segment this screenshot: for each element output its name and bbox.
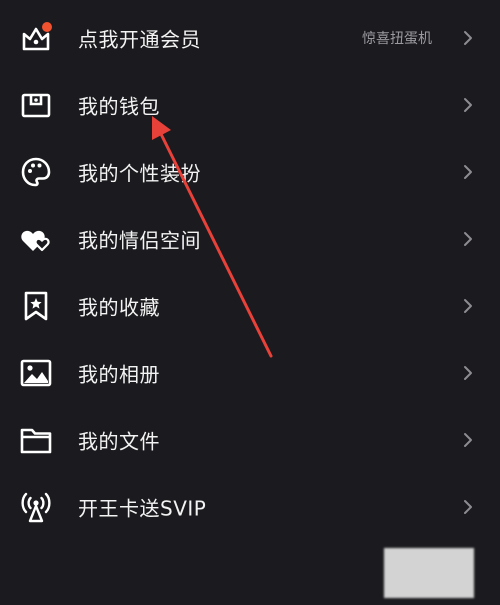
menu-item-label: 开王卡送SVIP	[78, 496, 207, 520]
watermark-patch	[384, 548, 474, 598]
menu-item-extra: 惊喜扭蛋机	[362, 30, 432, 47]
menu-item-label: 我的相册	[78, 362, 160, 386]
palette-icon	[18, 154, 54, 190]
bookmark-star-icon	[18, 288, 54, 324]
image-icon	[18, 355, 54, 391]
chevron-right-icon	[464, 30, 472, 45]
menu-item-couple-space[interactable]: 我的情侣空间	[0, 205, 500, 272]
menu-item-label: 我的文件	[78, 429, 160, 453]
menu-item-wallet[interactable]: 我的钱包	[0, 71, 500, 138]
chevron-right-icon	[464, 499, 472, 514]
chevron-right-icon	[464, 164, 472, 179]
menu-item-king-card[interactable]: 开王卡送SVIP	[0, 473, 500, 540]
menu-item-files[interactable]: 我的文件	[0, 406, 500, 473]
chevron-right-icon	[464, 432, 472, 447]
menu-item-label: 我的收藏	[78, 295, 160, 319]
crown-icon	[18, 20, 54, 56]
settings-menu: 点我开通会员 惊喜扭蛋机 我的钱包 我的个性装扮 我的情侣空间 我的收藏 我的相…	[0, 4, 500, 540]
notification-dot	[42, 21, 52, 32]
signal-tower-icon	[18, 489, 54, 525]
menu-item-personal-style[interactable]: 我的个性装扮	[0, 138, 500, 205]
chevron-right-icon	[464, 365, 472, 380]
menu-item-album[interactable]: 我的相册	[0, 339, 500, 406]
menu-item-vip[interactable]: 点我开通会员 惊喜扭蛋机	[0, 4, 500, 71]
folder-icon	[18, 422, 54, 458]
chevron-right-icon	[464, 97, 472, 112]
menu-item-label: 我的情侣空间	[78, 228, 201, 252]
chevron-right-icon	[464, 231, 472, 246]
menu-item-label: 我的钱包	[78, 94, 160, 118]
menu-item-label: 点我开通会员	[78, 27, 201, 51]
menu-item-favorites[interactable]: 我的收藏	[0, 272, 500, 339]
chevron-right-icon	[464, 298, 472, 313]
wallet-icon	[18, 87, 54, 123]
menu-item-label: 我的个性装扮	[78, 161, 201, 185]
hearts-icon	[18, 221, 54, 257]
